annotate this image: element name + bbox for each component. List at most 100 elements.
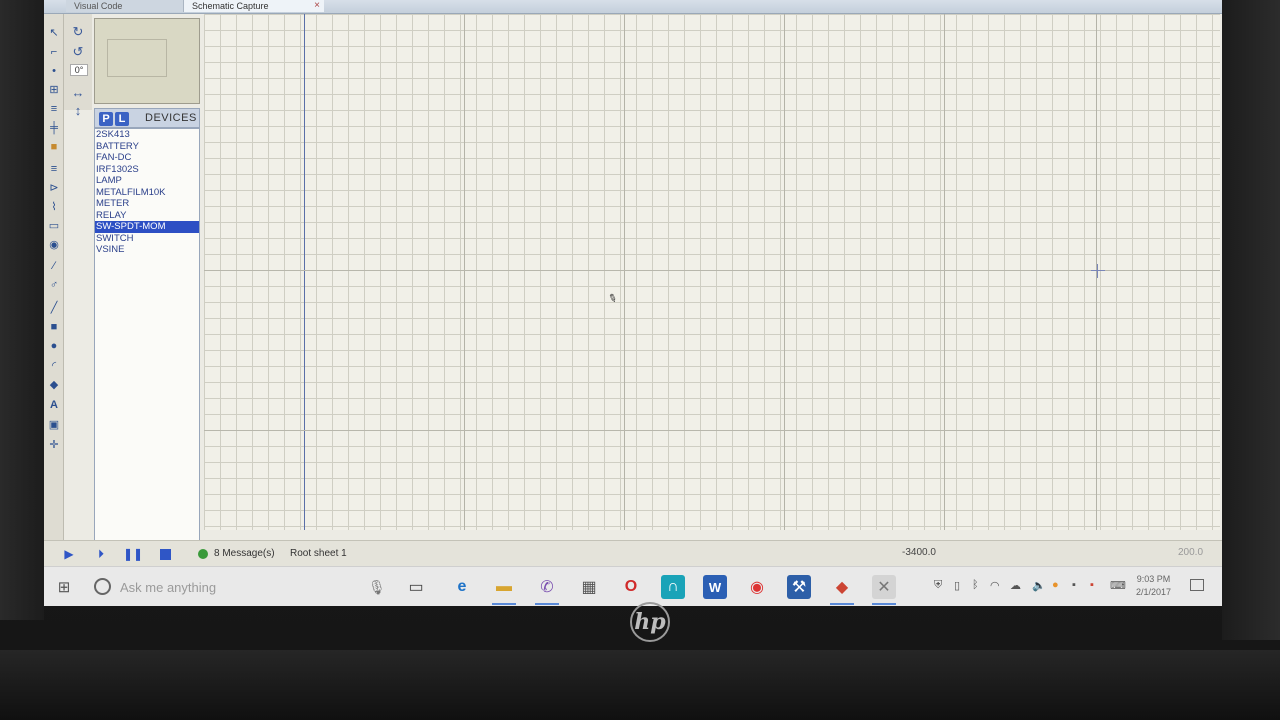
status-bar: ▶ ⏵ ❚❚ 8 Message(s) Root sheet 1 -3400.0… [44,540,1222,566]
system-clock[interactable]: 9:03 PM 2/1/2017 [1136,573,1171,599]
origin-marker [1091,264,1105,278]
pencil-cursor-icon: ✎ [606,291,619,307]
devices-title: DEVICES [145,112,197,124]
pick-devices-button[interactable]: P [99,112,113,126]
graph-icon[interactable]: ⌇ [47,200,61,213]
edge-icon[interactable]: e [450,575,474,599]
generator-icon[interactable]: ◉ [47,238,61,251]
marker-icon[interactable]: ✛ [47,438,61,451]
device-pin-icon[interactable]: ⊳ [47,181,61,194]
list-item[interactable]: RELAY [95,210,199,222]
flip-vertical-icon[interactable]: ↕ [70,102,86,118]
tray-app-icon[interactable]: ● [1052,579,1059,591]
overview-window[interactable] [94,18,200,104]
tab-label: Schematic Capture [192,1,269,11]
cortana-search-box[interactable]: Ask me anything 🎙 [84,573,386,601]
list-item[interactable]: SWITCH [95,233,199,245]
bus-icon[interactable]: ╪ [47,121,61,134]
tray-app-icon[interactable]: ▪ [1090,579,1094,591]
window-tab-bar: Visual Code Schematic Capture × [44,0,1222,14]
bluetooth-icon[interactable]: ᛒ [972,579,979,591]
major-grid-line [624,14,625,530]
microphone-icon[interactable]: 🎙 [368,579,386,596]
close-icon[interactable]: × [314,0,320,11]
terminal-icon[interactable]: ≡ [47,162,61,175]
x-coordinate: -3400.0 [902,547,936,558]
tray-app-icon[interactable]: ▪ [1072,579,1076,591]
library-manager-button[interactable]: L [115,112,129,126]
line-icon[interactable]: ╱ [47,301,61,314]
rotate-anticlockwise-icon[interactable]: ↺ [70,44,86,60]
list-item[interactable]: LAMP [95,175,199,187]
major-grid-line [784,14,785,530]
volume-icon[interactable]: 🔈 [1032,579,1046,592]
mode-toolbar: ↖ ⌐ • ⊞ ≡ ╪ ■ ≡ ⊳ ⌇ ▭ ◉ ∕ ♂ ╱ ■ ● ◜ ◆ A … [44,14,64,540]
component-mode-icon[interactable]: ⌐ [47,45,61,58]
tape-recorder-icon[interactable]: ▭ [47,219,61,232]
windows-taskbar: ⊞ Ask me anything 🎙 ▭ e ▬ ✆ ▦ O ∩ W ◉ ⚒ … [44,566,1222,606]
schematic-canvas[interactable]: ✎ [204,14,1220,530]
store-icon[interactable]: ▦ [577,575,601,599]
language-icon[interactable]: ⌨ [1110,579,1126,592]
tools-icon[interactable]: ⚒ [787,575,811,599]
tab-schematic-capture[interactable]: Schematic Capture × [184,0,324,12]
arc-icon[interactable]: ◜ [47,359,61,372]
message-status-icon[interactable] [198,549,208,559]
list-item-selected[interactable]: SW-SPDT-MOM [95,221,199,233]
headphones-icon[interactable]: ∩ [661,575,685,599]
hp-logo: hp [630,602,670,642]
devices-header: P L DEVICES [94,108,200,128]
chrome-icon[interactable]: ◉ [745,575,769,599]
battery-icon[interactable]: ▯ [954,579,960,592]
task-view-icon[interactable]: ▭ [404,575,428,599]
proteus-ares-icon[interactable]: ✕ [872,575,896,605]
proteus-isis-icon[interactable]: ◆ [830,575,854,605]
opera-icon[interactable]: O [619,575,643,599]
pause-icon[interactable]: ❚❚ [123,547,143,561]
text-script-icon[interactable]: ≡ [47,102,61,115]
path-icon[interactable]: ◆ [47,378,61,391]
device-list: 2SK413 BATTERY FAN-DC IRF1302S LAMP META… [94,128,200,542]
list-item[interactable]: 2SK413 [95,129,199,141]
tab-label: Visual Code [74,1,123,11]
word-icon[interactable]: W [703,575,727,599]
virtual-instrument-icon[interactable]: ♂ [47,278,61,291]
file-explorer-icon[interactable]: ▬ [492,575,516,605]
defender-icon[interactable]: ⛨ [934,579,942,592]
message-count[interactable]: 8 Message(s) [214,548,275,559]
rotate-clockwise-icon[interactable]: ↻ [70,24,86,40]
play-icon[interactable]: ▶ [62,547,76,561]
stop-icon[interactable] [160,549,171,560]
wifi-icon[interactable]: ◠ [990,579,1000,592]
list-item[interactable]: BATTERY [95,141,199,153]
list-item[interactable]: IRF1302S [95,164,199,176]
list-item[interactable]: METALFILM10K [95,187,199,199]
tab-visual-code[interactable]: Visual Code [66,0,184,12]
flip-horizontal-icon[interactable]: ↔ [70,84,86,100]
windows-start-icon[interactable]: ⊞ [56,579,72,596]
sheet-name: Root sheet 1 [290,548,347,559]
action-center-icon[interactable] [1190,579,1204,591]
symbol-icon[interactable]: ▣ [47,418,61,431]
onedrive-icon[interactable]: ☁ [1010,579,1021,592]
list-item[interactable]: METER [95,198,199,210]
step-icon[interactable]: ⏵ [94,547,108,561]
wire-label-icon[interactable]: ⊞ [47,83,61,96]
text-icon[interactable]: A [47,398,61,411]
subcircuit-icon[interactable]: ■ [47,140,61,153]
selection-mode-icon[interactable]: ↖ [47,26,61,39]
list-item[interactable]: FAN-DC [95,152,199,164]
box-icon[interactable]: ■ [47,320,61,333]
viber-icon[interactable]: ✆ [535,575,559,605]
list-item[interactable]: VSINE [95,244,199,256]
bezel-right [1222,0,1280,640]
search-placeholder: Ask me anything [120,580,217,595]
y-coordinate: 200.0 [1178,547,1204,558]
junction-dot-icon[interactable]: • [47,64,61,77]
rotation-angle-field[interactable]: 0° [70,64,88,76]
clock-date: 2/1/2017 [1136,587,1172,597]
circle-icon[interactable]: ● [47,339,61,352]
sheet-border-left [304,14,305,530]
overview-viewport [107,39,167,77]
voltage-probe-icon[interactable]: ∕ [47,259,61,272]
